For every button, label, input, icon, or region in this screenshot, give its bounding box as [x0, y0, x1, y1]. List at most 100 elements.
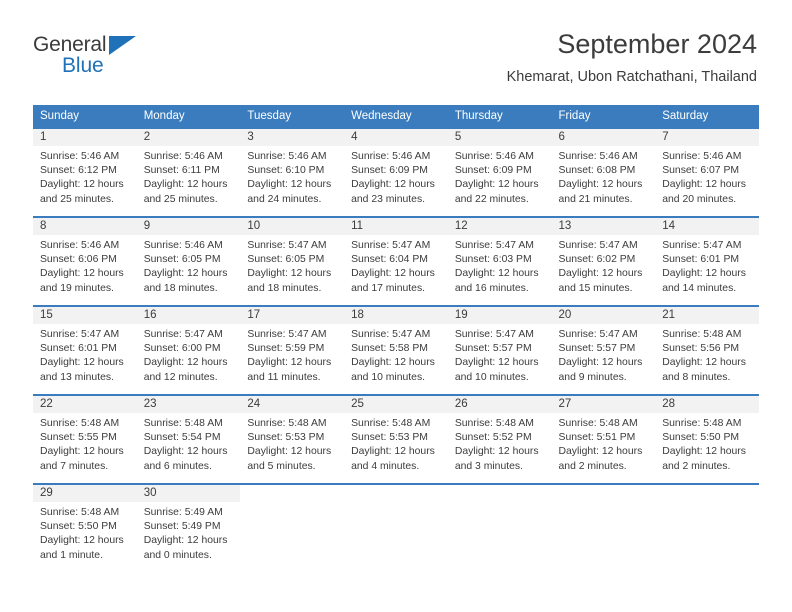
- day-number: 10: [240, 218, 345, 235]
- day-cell-inner: 15 Sunrise: 5:47 AM Sunset: 6:01 PM Dayligh…: [33, 305, 137, 394]
- calendar-day-cell[interactable]: 8 Sunrise: 5:46 AM Sunset: 6:06 PM Daylight…: [33, 216, 137, 305]
- calendar-day-cell[interactable]: 25 Sunrise: 5:48 AM Sunset: 5:53 PM Dayligh…: [344, 394, 448, 483]
- sunset-text: Sunset: 5:55 PM: [40, 432, 117, 444]
- day-cell-inner: 4 Sunrise: 5:46 AM Sunset: 6:09 PM Daylight…: [344, 127, 448, 216]
- daylight-text: and 12 minutes.: [143, 371, 218, 383]
- calendar-week-row: 15 Sunrise: 5:47 AM Sunset: 6:01 PM Dayligh…: [33, 305, 759, 394]
- daylight-text: and 7 minutes.: [40, 460, 109, 472]
- daylight-text: and 1 minute.: [40, 549, 103, 561]
- calendar-day-cell[interactable]: 6 Sunrise: 5:46 AM Sunset: 6:08 PM Daylight…: [551, 127, 656, 216]
- day-cell-inner: 16 Sunrise: 5:47 AM Sunset: 6:00 PM Dayligh…: [136, 305, 241, 394]
- daylight-text: Daylight: 12 hours: [40, 446, 124, 458]
- day-number: 13: [551, 218, 656, 235]
- daylight-text: Daylight: 12 hours: [454, 268, 539, 280]
- sunrise-text: Sunrise: 5:46 AM: [662, 151, 742, 162]
- calendar-day-cell[interactable]: 14 Sunrise: 5:47 AM Sunset: 6:01 PM Dayligh…: [655, 216, 759, 305]
- calendar-day-cell[interactable]: 24 Sunrise: 5:48 AM Sunset: 5:53 PM Dayligh…: [240, 394, 345, 483]
- daylight-text: Daylight: 12 hours: [454, 179, 539, 191]
- daylight-text: and 19 minutes.: [40, 282, 114, 294]
- sun-info: Sunrise: 5:46 AM Sunset: 6:08 PM Daylight:…: [552, 146, 656, 207]
- daylight-text: Daylight: 12 hours: [247, 268, 332, 280]
- day-cell-inner: 6 Sunrise: 5:46 AM Sunset: 6:08 PM Daylight…: [551, 127, 656, 216]
- daylight-text: Daylight: 12 hours: [247, 179, 332, 191]
- day-number: 12: [447, 218, 552, 235]
- calendar-day-cell[interactable]: 23 Sunrise: 5:48 AM Sunset: 5:54 PM Dayligh…: [136, 394, 241, 483]
- sun-info: Sunrise: 5:48 AM Sunset: 5:51 PM Daylight:…: [552, 413, 656, 474]
- day-cell-inner: 26 Sunrise: 5:48 AM Sunset: 5:52 PM Dayligh…: [447, 394, 552, 483]
- daylight-text: Daylight: 12 hours: [662, 179, 746, 191]
- calendar-day-cell[interactable]: 16 Sunrise: 5:47 AM Sunset: 6:00 PM Dayligh…: [136, 305, 241, 394]
- sun-info: Sunrise: 5:46 AM Sunset: 6:12 PM Daylight:…: [33, 146, 137, 207]
- calendar-day-cell[interactable]: 10 Sunrise: 5:47 AM Sunset: 6:05 PM Dayligh…: [240, 216, 345, 305]
- daylight-text: Daylight: 12 hours: [662, 357, 746, 369]
- sunset-text: Sunset: 5:52 PM: [454, 432, 532, 444]
- calendar-day-cell[interactable]: 1 Sunrise: 5:46 AM Sunset: 6:12 PM Daylight…: [33, 127, 137, 216]
- triangle-icon: [109, 36, 136, 55]
- daylight-text: and 23 minutes.: [351, 193, 426, 205]
- sunset-text: Sunset: 6:04 PM: [351, 254, 428, 266]
- calendar-day-cell[interactable]: 17 Sunrise: 5:47 AM Sunset: 5:59 PM Dayligh…: [240, 305, 345, 394]
- day-number: 19: [447, 307, 552, 324]
- sun-info: Sunrise: 5:46 AM Sunset: 6:05 PM Daylight:…: [137, 235, 241, 296]
- day-number: 21: [655, 307, 759, 324]
- sunset-text: Sunset: 6:05 PM: [143, 254, 221, 266]
- general-blue-logo[interactable]: General Blue: [33, 34, 163, 86]
- sun-info: Sunrise: 5:47 AM Sunset: 6:02 PM Daylight:…: [552, 235, 656, 296]
- sunrise-text: Sunrise: 5:47 AM: [351, 329, 431, 340]
- sunset-text: Sunset: 6:05 PM: [247, 254, 325, 266]
- calendar-day-cell[interactable]: 4 Sunrise: 5:46 AM Sunset: 6:09 PM Daylight…: [344, 127, 448, 216]
- calendar-day-cell[interactable]: 2 Sunrise: 5:46 AM Sunset: 6:11 PM Daylight…: [136, 127, 241, 216]
- daylight-text: Daylight: 12 hours: [40, 268, 124, 280]
- daylight-text: and 14 minutes.: [662, 282, 737, 294]
- calendar-day-cell[interactable]: 20 Sunrise: 5:47 AM Sunset: 5:57 PM Dayligh…: [551, 305, 656, 394]
- sunset-text: Sunset: 6:08 PM: [558, 165, 636, 177]
- sunset-text: Sunset: 5:57 PM: [558, 343, 636, 355]
- sun-info: Sunrise: 5:48 AM Sunset: 5:53 PM Daylight:…: [344, 413, 448, 474]
- calendar-day-cell[interactable]: 21 Sunrise: 5:48 AM Sunset: 5:56 PM Dayligh…: [655, 305, 759, 394]
- calendar-day-cell[interactable]: 7 Sunrise: 5:46 AM Sunset: 6:07 PM Daylight…: [655, 127, 759, 216]
- sun-info: Sunrise: 5:46 AM Sunset: 6:10 PM Daylight:…: [240, 146, 344, 207]
- sunset-text: Sunset: 6:12 PM: [40, 165, 117, 177]
- sun-info: Sunrise: 5:48 AM Sunset: 5:50 PM Daylight:…: [655, 413, 759, 474]
- day-number: 22: [33, 396, 137, 413]
- calendar-week-row: 8 Sunrise: 5:46 AM Sunset: 6:06 PM Daylight…: [33, 216, 759, 305]
- day-cell-inner: 21 Sunrise: 5:48 AM Sunset: 5:56 PM Dayligh…: [655, 305, 759, 394]
- sunset-text: Sunset: 5:51 PM: [558, 432, 636, 444]
- daylight-text: and 25 minutes.: [143, 193, 218, 205]
- calendar-day-cell[interactable]: 11 Sunrise: 5:47 AM Sunset: 6:04 PM Dayligh…: [344, 216, 448, 305]
- calendar-cell-empty: [344, 483, 448, 572]
- calendar-day-cell[interactable]: 26 Sunrise: 5:48 AM Sunset: 5:52 PM Dayligh…: [447, 394, 552, 483]
- daylight-text: Daylight: 12 hours: [40, 357, 124, 369]
- calendar-day-cell[interactable]: 28 Sunrise: 5:48 AM Sunset: 5:50 PM Dayligh…: [655, 394, 759, 483]
- calendar-day-cell[interactable]: 5 Sunrise: 5:46 AM Sunset: 6:09 PM Daylight…: [447, 127, 552, 216]
- sunrise-text: Sunrise: 5:48 AM: [40, 418, 120, 429]
- calendar-day-cell[interactable]: 12 Sunrise: 5:47 AM Sunset: 6:03 PM Dayligh…: [447, 216, 552, 305]
- day-number: 16: [136, 307, 241, 324]
- sunrise-text: Sunrise: 5:48 AM: [558, 418, 638, 429]
- day-cell-inner: 20 Sunrise: 5:47 AM Sunset: 5:57 PM Dayligh…: [551, 305, 656, 394]
- sun-info: Sunrise: 5:46 AM Sunset: 6:09 PM Daylight:…: [448, 146, 552, 207]
- calendar-day-cell[interactable]: 9 Sunrise: 5:46 AM Sunset: 6:05 PM Daylight…: [136, 216, 241, 305]
- daylight-text: and 10 minutes.: [454, 371, 529, 383]
- weekday-header-monday: Monday: [136, 105, 241, 127]
- daylight-text: Daylight: 12 hours: [143, 357, 228, 369]
- calendar-day-cell[interactable]: 3 Sunrise: 5:46 AM Sunset: 6:10 PM Daylight…: [240, 127, 345, 216]
- calendar-day-cell[interactable]: 22 Sunrise: 5:48 AM Sunset: 5:55 PM Dayligh…: [33, 394, 137, 483]
- day-number: 9: [136, 218, 241, 235]
- calendar-day-cell[interactable]: 29 Sunrise: 5:48 AM Sunset: 5:50 PM Dayligh…: [33, 483, 137, 572]
- sun-info: Sunrise: 5:47 AM Sunset: 5:57 PM Daylight:…: [448, 324, 552, 385]
- daylight-text: and 2 minutes.: [662, 460, 731, 472]
- calendar-day-cell[interactable]: 18 Sunrise: 5:47 AM Sunset: 5:58 PM Dayligh…: [344, 305, 448, 394]
- sunset-text: Sunset: 5:56 PM: [662, 343, 740, 355]
- day-number: 20: [551, 307, 656, 324]
- day-number: 29: [33, 485, 137, 502]
- calendar-day-cell[interactable]: 19 Sunrise: 5:47 AM Sunset: 5:57 PM Dayligh…: [447, 305, 552, 394]
- calendar-day-cell[interactable]: 30 Sunrise: 5:49 AM Sunset: 5:49 PM Dayligh…: [136, 483, 241, 572]
- calendar-day-cell[interactable]: 13 Sunrise: 5:47 AM Sunset: 6:02 PM Dayligh…: [551, 216, 656, 305]
- calendar-day-cell[interactable]: 15 Sunrise: 5:47 AM Sunset: 6:01 PM Dayligh…: [33, 305, 137, 394]
- location-subtitle: Khemarat, Ubon Ratchathani, Thailand: [506, 69, 757, 85]
- sunset-text: Sunset: 6:01 PM: [40, 343, 117, 355]
- calendar-day-cell[interactable]: 27 Sunrise: 5:48 AM Sunset: 5:51 PM Dayligh…: [551, 394, 656, 483]
- sun-info: Sunrise: 5:48 AM Sunset: 5:54 PM Daylight:…: [137, 413, 241, 474]
- day-number: 6: [551, 129, 656, 146]
